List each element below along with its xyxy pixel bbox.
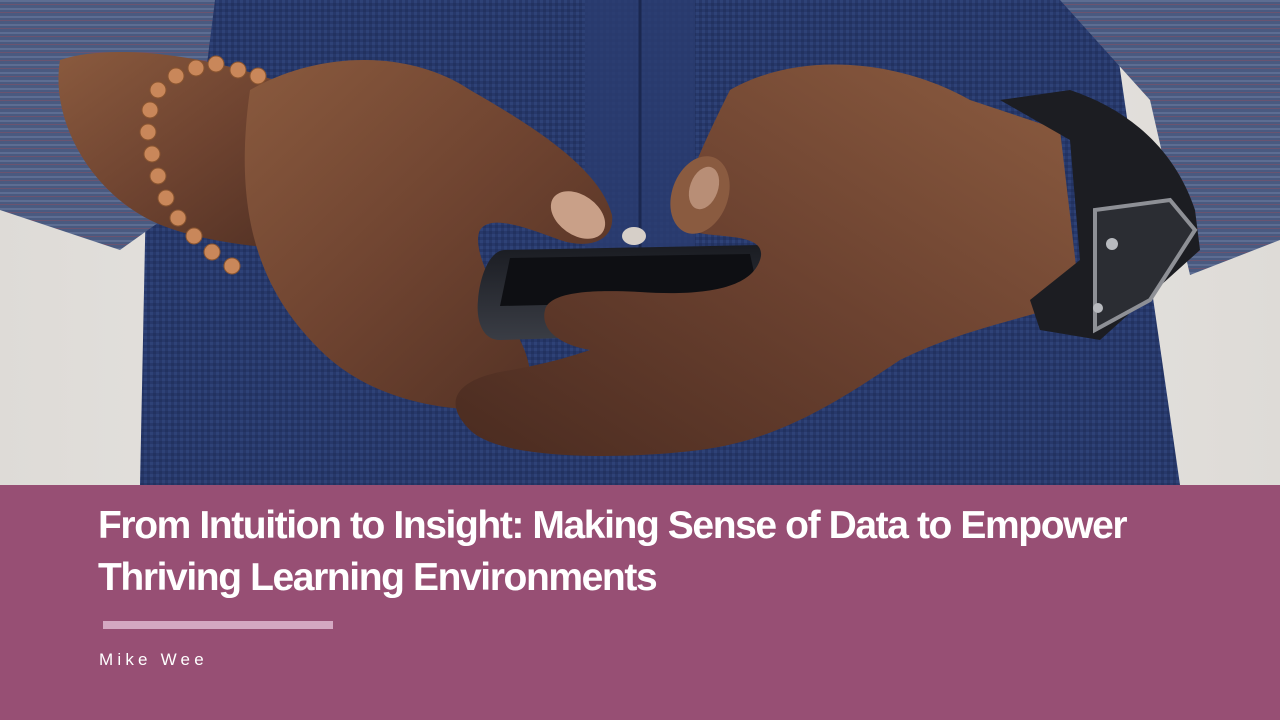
author-name: Mike Wee (99, 650, 208, 669)
slide-title: From Intuition to Insight: Making Sense … (98, 504, 1128, 599)
title-slide: From Intuition to Insight: Making Sense … (0, 0, 1280, 720)
accent-divider (103, 621, 333, 629)
hands-holding-smartphone-photo (0, 0, 1280, 485)
